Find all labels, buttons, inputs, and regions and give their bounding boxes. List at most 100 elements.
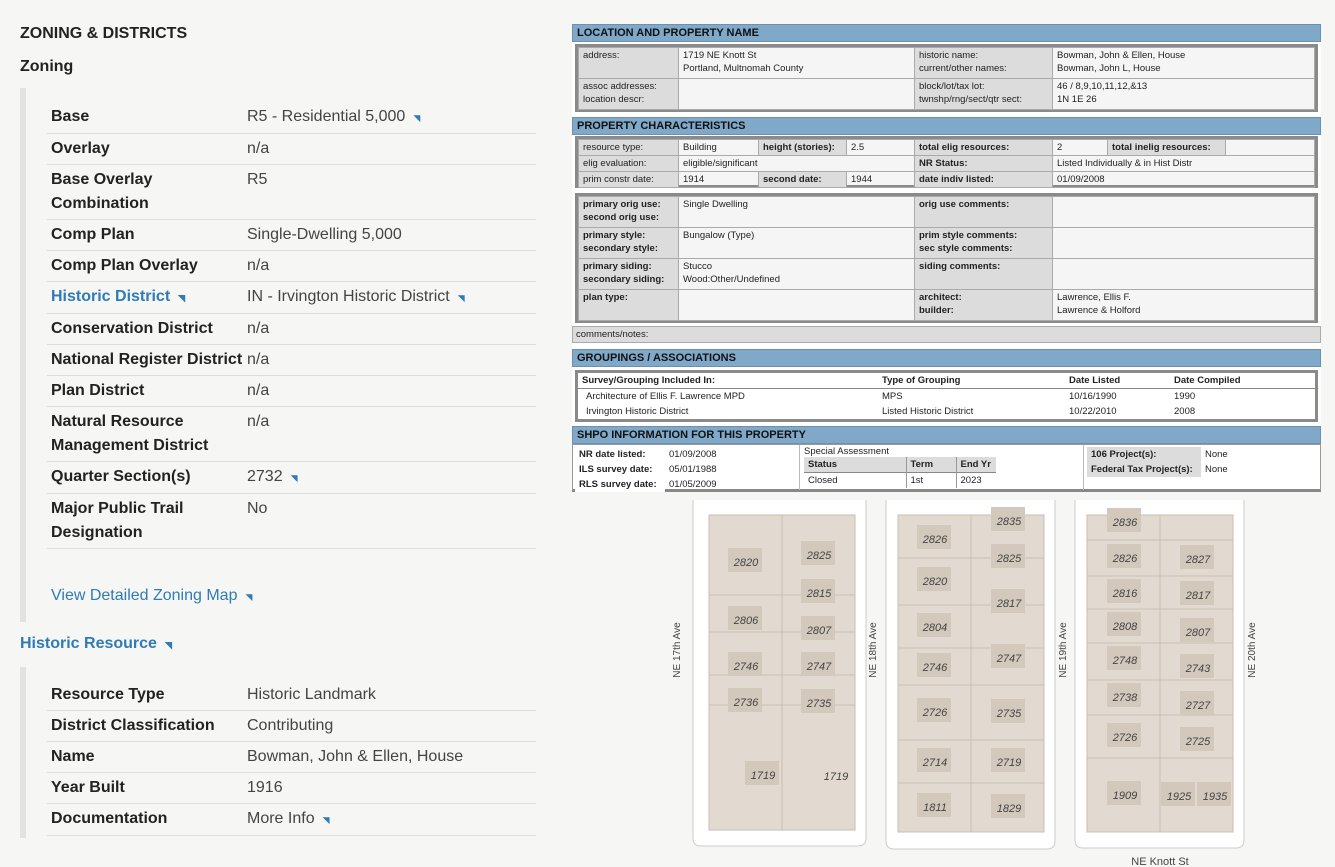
attribute-row: Conservation District n/a bbox=[47, 314, 536, 345]
historic-table: Resource Type Historic Landmark District C… bbox=[47, 680, 536, 836]
attribute-row: Quarter Section(s) 2732 ◥ bbox=[47, 462, 536, 494]
parcel-address-label[interactable]: 2727 bbox=[1185, 700, 1211, 712]
value: Stucco Wood:Other/Undefined bbox=[678, 258, 915, 290]
parcel-address-label[interactable]: 2736 bbox=[733, 697, 759, 709]
parcel-address-label[interactable]: 1925 bbox=[1167, 791, 1192, 803]
attribute-label: Name bbox=[51, 748, 95, 765]
parcel-address-label[interactable]: 2735 bbox=[806, 698, 832, 710]
parcel-address-label[interactable]: 2719 bbox=[996, 757, 1021, 769]
value: None bbox=[1205, 449, 1228, 460]
value bbox=[1052, 196, 1315, 228]
parcel-address-label[interactable]: 2820 bbox=[733, 557, 759, 569]
parcel-address-label[interactable]: 2743 bbox=[1185, 663, 1211, 675]
attribute-row: Comp Plan Single-Dwelling 5,000 bbox=[47, 220, 536, 251]
parcel-address-label[interactable]: 2817 bbox=[1185, 590, 1211, 602]
parcel-address-label[interactable]: 2825 bbox=[996, 553, 1022, 565]
parcel-address-label[interactable]: 2714 bbox=[922, 757, 947, 769]
attribute-label: Major Public Trail Designation bbox=[51, 500, 184, 541]
parcel-address-label[interactable]: 1909 bbox=[1113, 790, 1137, 802]
parcel-address-label[interactable]: 2836 bbox=[1112, 517, 1138, 529]
parcel-address-label[interactable]: 2826 bbox=[922, 534, 948, 546]
attribute-value: n/a bbox=[247, 257, 270, 274]
parcel-address-label[interactable]: 1811 bbox=[923, 802, 947, 814]
names-value: Bowman, John & Ellen, House Bowman, John … bbox=[1052, 47, 1315, 79]
parcel-address-label[interactable]: 2816 bbox=[1112, 588, 1138, 600]
parcel-address-label[interactable]: 2748 bbox=[1112, 655, 1138, 667]
parcel-address-label[interactable]: 2808 bbox=[1112, 621, 1138, 633]
label: ILS survey date: bbox=[575, 462, 665, 477]
attribute-value[interactable]: 2732 ◥ bbox=[247, 465, 536, 490]
parcel-address-label[interactable]: 1935 bbox=[1203, 791, 1228, 803]
parcel-address-label[interactable]: 2746 bbox=[922, 662, 948, 674]
attribute-label: Base bbox=[51, 108, 90, 125]
label: orig use comments: bbox=[914, 196, 1053, 228]
sa-title: Special Assessment bbox=[804, 446, 890, 457]
parcel-address-label[interactable]: 2817 bbox=[996, 598, 1022, 610]
grouping-header: Date Listed bbox=[1065, 373, 1170, 389]
attribute-value[interactable]: R5 - Residential 5,000 ◥ bbox=[247, 105, 536, 130]
label: prim constr date: bbox=[578, 171, 679, 188]
parcel-address-label[interactable]: 2726 bbox=[1112, 732, 1138, 744]
parcel-address-label[interactable]: 2806 bbox=[733, 615, 759, 627]
parcel-address-label[interactable]: 2738 bbox=[1112, 692, 1138, 704]
attribute-row: Natural Resource Management District n/a bbox=[47, 407, 536, 462]
parcel-address-label[interactable]: 2726 bbox=[922, 707, 948, 719]
label: height (stories): bbox=[758, 139, 847, 156]
view-map-label: View Detailed Zoning Map bbox=[51, 587, 238, 604]
parcel-address-label[interactable]: 1719 bbox=[824, 771, 848, 783]
parcel-address-label[interactable]: 2746 bbox=[733, 661, 759, 673]
value: 1914 bbox=[678, 171, 759, 188]
parcel-address-label[interactable]: 2725 bbox=[1185, 736, 1211, 748]
section-title: ZONING & DISTRICTS bbox=[20, 25, 188, 42]
attribute-label: Documentation bbox=[51, 810, 168, 827]
section-header: LOCATION AND PROPERTY NAME bbox=[572, 24, 1321, 42]
parcel-address-label[interactable]: 2804 bbox=[922, 622, 947, 634]
characteristics-box: resource type: Building height (stories): 2… bbox=[575, 136, 1318, 188]
parcel-address-label[interactable]: 2807 bbox=[1185, 627, 1211, 639]
attribute-label: Natural Resource Management District bbox=[51, 413, 209, 454]
property-record: LOCATION AND PROPERTY NAME address: 1719… bbox=[572, 24, 1321, 492]
attribute-value[interactable]: IN - Irvington Historic District ◥ bbox=[247, 285, 536, 310]
parcel-address-label[interactable]: 2820 bbox=[922, 576, 948, 588]
location-box: address: 1719 NE Knott St Portland, Multn… bbox=[575, 44, 1318, 112]
attribute-value: No bbox=[247, 500, 268, 517]
label: plan type: bbox=[578, 289, 679, 321]
value: 01/09/2008 bbox=[669, 449, 717, 460]
block-value: 46 / 8,9,10,11,12,&13 1N 1E 26 bbox=[1052, 78, 1315, 110]
parcel-address-label[interactable]: 2747 bbox=[806, 661, 832, 673]
value: Single Dwelling bbox=[678, 196, 915, 228]
parcel-address-label[interactable]: 2747 bbox=[996, 653, 1022, 665]
attribute-label: Quarter Section(s) bbox=[51, 468, 191, 485]
view-zoning-map-link[interactable]: View Detailed Zoning Map ◥ bbox=[51, 587, 252, 605]
street-label: NE 20th Ave bbox=[1247, 622, 1258, 678]
parcel-address-label[interactable]: 2827 bbox=[1185, 554, 1211, 566]
parcel-map[interactable]: 2820 2825 2815 2806 2807 2746 2747 2736 2735 1719… bbox=[660, 500, 1335, 867]
address-value: 1719 NE Knott St Portland, Multnomah Coun… bbox=[678, 47, 915, 79]
sa-value: Closed bbox=[804, 472, 907, 488]
parcel-address-label[interactable]: 2735 bbox=[996, 708, 1022, 720]
label: historic name: current/other names: bbox=[914, 47, 1053, 79]
sa-header: Status bbox=[804, 457, 907, 473]
street-label: NE 18th Ave bbox=[868, 622, 879, 678]
parcel-address-label[interactable]: 2826 bbox=[1112, 553, 1138, 565]
attribute-label[interactable]: Historic District ◥ bbox=[51, 285, 247, 310]
parcel-address-label[interactable]: 1829 bbox=[997, 803, 1021, 815]
attribute-row: Base Overlay Combination R5 bbox=[47, 165, 536, 220]
label: assoc addresses: location descr: bbox=[578, 78, 679, 110]
value: None bbox=[1205, 464, 1228, 475]
historic-resource-toggle[interactable]: Historic Resource ◥ bbox=[20, 635, 172, 653]
parcel-address-label[interactable]: 2807 bbox=[806, 625, 832, 637]
value: 2.5 bbox=[846, 139, 915, 156]
grouping-header: Survey/Grouping Included In: bbox=[578, 373, 878, 389]
attribute-row: Historic District ◥ IN - Irvington Histori… bbox=[47, 282, 536, 314]
label: NR date listed: bbox=[575, 447, 665, 462]
grouping-header: Type of Grouping bbox=[878, 373, 1065, 389]
parcel-address-label[interactable]: 1719 bbox=[751, 770, 775, 782]
grouping-cell: MPS bbox=[882, 391, 903, 402]
attribute-value[interactable]: More Info ◥ bbox=[247, 807, 536, 832]
parcel-address-label[interactable]: 2815 bbox=[806, 588, 832, 600]
attribute-label: Conservation District bbox=[51, 320, 213, 337]
parcel-address-label[interactable]: 2835 bbox=[996, 516, 1022, 528]
attribute-row: Major Public Trail Designation No bbox=[47, 494, 536, 549]
parcel-address-label[interactable]: 2825 bbox=[806, 550, 832, 562]
